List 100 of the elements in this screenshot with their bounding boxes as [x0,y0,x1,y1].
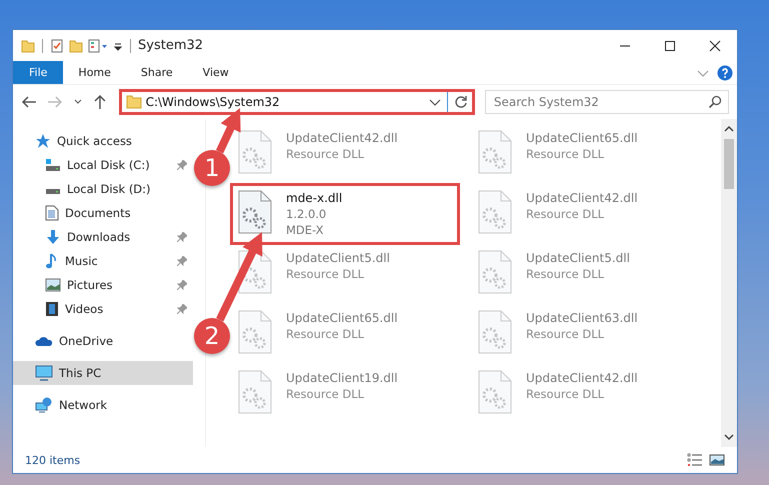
file-detail: Resource DLL [286,146,366,162]
sidebar-item[interactable]: This PC [13,361,193,385]
cloud-icon [35,335,53,347]
sidebar-label: Local Disk (D:) [67,182,151,196]
file-name: UpdateClient5.dll [526,250,630,266]
annotation-arrow [216,108,241,154]
pin-icon[interactable] [177,160,187,170]
dll-file-icon [478,250,512,294]
file-detail: Resource DLL [526,266,606,282]
file-name: UpdateClient42.dll [526,190,638,206]
details-view-icon[interactable] [687,453,703,467]
sidebar-label: OneDrive [59,334,114,348]
large-icons-view-icon[interactable] [709,453,725,467]
item-count: 120 items [25,454,80,466]
file-item[interactable]: UpdateClient5.dll Resource DLL [472,245,698,303]
file-detail: Resource DLL [286,326,366,342]
sidebar-item[interactable]: Local Disk (D:) [13,177,193,201]
sidebar-item[interactable]: Pictures [13,273,193,297]
sidebar-label: Pictures [67,278,113,292]
document-icon [45,205,59,221]
ribbon-tab[interactable]: Share [126,61,188,84]
sidebar-label: Documents [65,206,131,220]
sidebar-item[interactable]: Downloads [13,225,193,249]
sidebar-label: Local Disk (C:) [67,158,150,172]
help-icon[interactable] [717,64,733,80]
star-icon [35,133,51,149]
file-name: UpdateClient19.dll [286,370,398,386]
folder-icon [126,95,142,109]
sidebar-label: Quick access [57,134,132,148]
sidebar-item[interactable]: Videos [13,297,193,321]
ribbon-tab[interactable]: File [13,61,64,84]
close-icon [708,40,720,52]
dll-file-icon [238,310,272,354]
sidebar-label: This PC [59,366,102,380]
network-icon [35,397,53,413]
search-box[interactable]: Search System32 [484,90,730,114]
dll-file-icon [478,310,512,354]
file-name: UpdateClient65.dll [286,310,398,326]
sidebar-label: Music [65,254,98,268]
drive-icon [45,158,61,172]
chevron-down-icon[interactable] [72,98,83,106]
file-detail: MDE-X [286,222,324,238]
file-item[interactable]: UpdateClient65.dll Resource DLL [232,305,458,363]
file-name: mde-x.dll [286,190,342,206]
dll-file-icon [238,370,272,414]
sidebar-item[interactable]: Quick access [13,129,193,153]
pin-icon[interactable] [177,304,187,314]
file-detail: Resource DLL [526,386,606,402]
file-item[interactable]: UpdateClient42.dll Resource DLL [472,185,698,243]
file-name: UpdateClient63.dll [526,310,638,326]
file-item[interactable]: UpdateClient42.dll Resource DLL [472,365,698,423]
pin-icon[interactable] [177,280,187,290]
file-name: UpdateClient65.dll [526,130,638,146]
pin-icon[interactable] [177,256,187,266]
drive-icon [45,189,61,195]
pin-icon[interactable] [177,232,187,242]
address-bar[interactable]: C:\Windows\System32 [118,89,475,115]
scroll-up-icon[interactable] [724,125,734,133]
sidebar-item[interactable]: Local Disk (C:) [13,153,193,177]
sidebar-label: Network [59,398,108,412]
file-item[interactable]: UpdateClient63.dll Resource DLL [472,305,698,363]
down-arrow-icon [45,229,61,245]
properties-icon[interactable] [88,38,108,52]
file-detail: Resource DLL [526,146,606,162]
refresh-icon[interactable] [454,95,468,109]
maximize-icon [664,40,676,52]
checklist-icon[interactable] [50,38,64,52]
dll-file-icon [478,130,512,174]
monitor-icon [35,365,53,381]
file-detail: Resource DLL [286,266,366,282]
film-icon [45,301,59,317]
chevron-down-icon[interactable] [428,97,441,107]
picture-icon [45,278,61,292]
file-item[interactable]: UpdateClient19.dll Resource DLL [232,365,458,423]
file-item[interactable]: mde-x.dll 1.2.0.0 MDE-X [232,185,458,243]
ribbon-tab[interactable]: View [188,61,244,84]
file-item[interactable]: UpdateClient42.dll Resource DLL [232,125,458,183]
address-path: C:\Windows\System32 [146,95,280,109]
sidebar-item[interactable]: Documents [13,201,193,225]
file-detail: Resource DLL [526,326,606,342]
scrollbar-thumb[interactable] [724,139,734,189]
dll-file-icon [478,370,512,414]
window-title: System32 [138,38,204,53]
file-detail: 1.2.0.0 [286,206,328,222]
back-arrow-icon[interactable] [21,95,37,109]
sidebar-item[interactable]: OneDrive [13,329,193,353]
music-note-icon [45,253,59,269]
file-item[interactable]: UpdateClient65.dll Resource DLL [472,125,698,183]
ribbon-tab[interactable]: Home [63,61,126,84]
dll-file-icon [238,130,272,174]
vertical-scrollbar[interactable] [721,119,737,447]
sidebar-label: Downloads [67,230,130,244]
file-name: UpdateClient42.dll [526,370,638,386]
dll-file-icon [238,190,272,234]
sidebar-item[interactable]: Network [13,393,193,417]
file-name: UpdateClient5.dll [286,250,390,266]
scroll-down-icon[interactable] [724,433,734,441]
sidebar-label: Videos [65,302,104,316]
sidebar-item[interactable]: Music [13,249,193,273]
up-arrow-icon[interactable] [92,94,107,110]
